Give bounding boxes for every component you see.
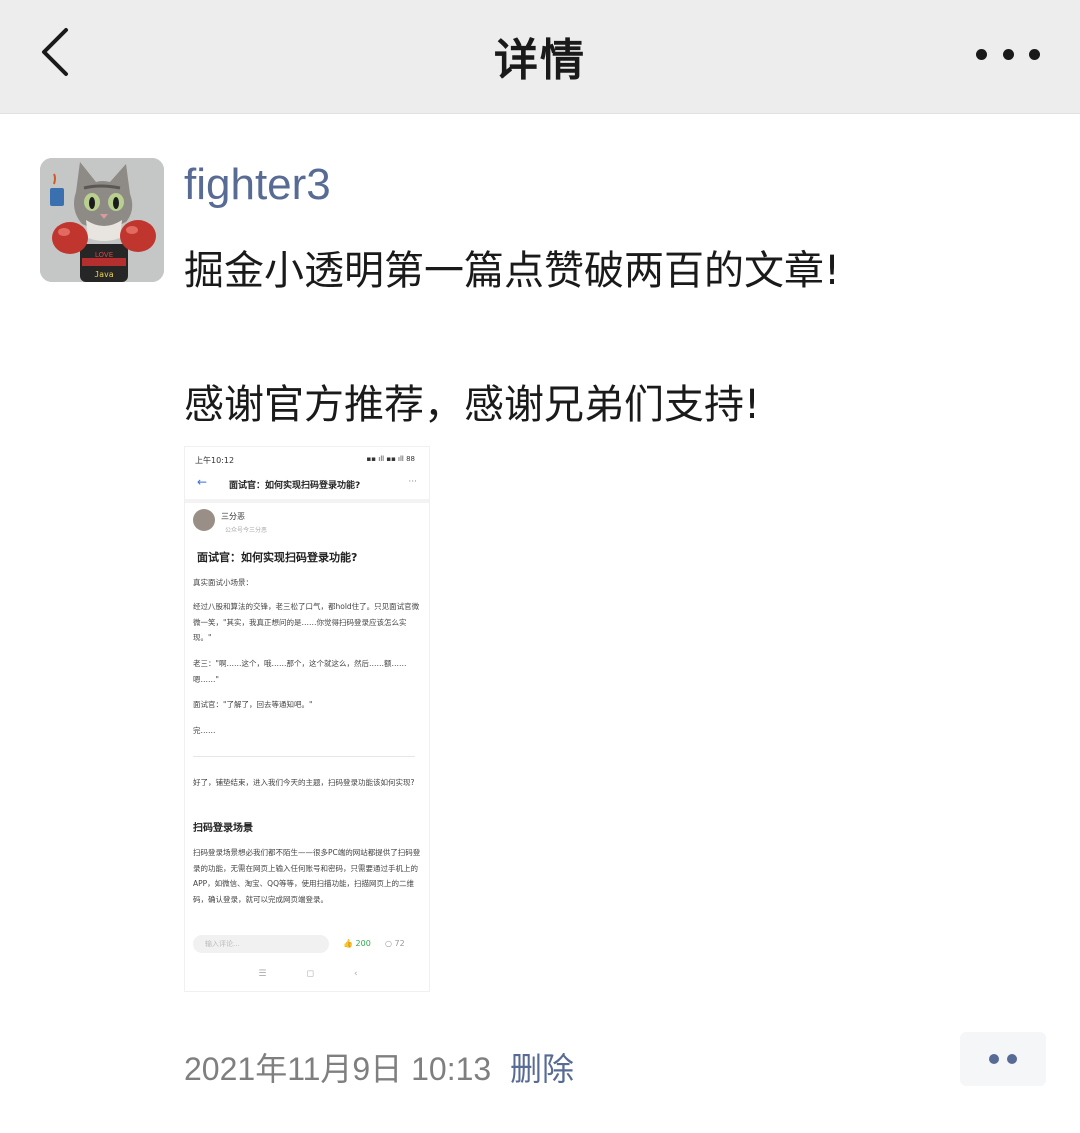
comment-icon: ○ <box>385 939 392 948</box>
divider <box>185 499 429 503</box>
attach-paragraph: 完…… <box>193 726 216 735</box>
attach-status-icons: ▪▪ ıll ▪▪ ıll 88 <box>366 455 415 463</box>
dots-icon <box>1007 1054 1017 1064</box>
divider <box>193 756 415 757</box>
thumbs-up-icon: 👍 <box>343 939 353 948</box>
avatar[interactable]: LOVE Java <box>40 158 164 282</box>
page-title: 详情 <box>494 35 586 86</box>
username-link[interactable]: fighter3 <box>184 160 331 210</box>
attach-comment-count: 72 <box>394 939 405 948</box>
post-text-line: 掘金小透明第一篇点赞破两百的文章! <box>184 248 841 294</box>
more-dot <box>1029 48 1040 60</box>
attach-article-title: 面试官：如何实现扫码登录功能? <box>197 551 358 564</box>
attach-subhead: 扫码登录场景 <box>193 823 253 834</box>
attach-like-count: 200 <box>355 939 371 948</box>
attach-author-avatar <box>193 509 215 531</box>
post-content: 掘金小透明第一篇点赞破两百的文章! 感谢官方推荐，感谢兄弟们支持! <box>184 238 1044 439</box>
attach-like: 👍 200 <box>343 939 371 948</box>
more-button[interactable] <box>976 34 1040 74</box>
attach-author: 三分恶 <box>221 512 245 521</box>
menu-icon: ☰ <box>258 969 267 979</box>
attach-navbar: ☰ ◻ ‹ <box>185 969 429 979</box>
more-horizontal-icon: ··· <box>408 477 417 487</box>
more-dot <box>1002 48 1014 60</box>
attach-paragraph: 面试官："了解了，回去等通知吧。" <box>193 700 313 709</box>
post-image[interactable]: 上午10:12 ▪▪ ıll ▪▪ ıll 88 ← 面试官：如何实现扫码登录功… <box>184 446 430 992</box>
attach-comment: ○ 72 <box>385 939 405 948</box>
attach-comment-box: 输入评论... <box>193 935 329 953</box>
attach-page-title: 面试官：如何实现扫码登录功能? <box>229 481 361 491</box>
attach-author-sub: 公众号今三分恶 <box>225 527 268 534</box>
nav-header: 详情 <box>0 0 1080 114</box>
delete-button[interactable]: 删除 <box>510 1044 574 1090</box>
home-icon: ◻ <box>306 969 314 979</box>
arrow-left-icon: ← <box>197 475 208 489</box>
attach-topbar: ← 面试官：如何实现扫码登录功能? ··· <box>193 475 423 495</box>
avatar-java-text: Java <box>94 270 113 279</box>
attach-status-time: 上午10:12 <box>195 456 235 465</box>
attach-paragraph: 扫码登录场景想必我们都不陌生——很多PC端的网站都提供了扫码登录的功能，无需在网… <box>193 848 421 904</box>
more-horizontal-icon <box>976 48 987 60</box>
post-text-line: 感谢官方推荐，感谢兄弟们支持! <box>184 382 761 428</box>
post-timestamp: 2021年11月9日 10:13 <box>184 1051 492 1087</box>
attach-paragraph: 老三："啊……这个，哦……那个，这个就这么，然后……额……嗯……" <box>193 659 407 684</box>
attach-paragraph: 经过八股和算法的交锋，老三松了口气，都hold住了。只见面试官微微一笑，"其实，… <box>193 602 420 642</box>
comment-like-button[interactable] <box>960 1032 1046 1086</box>
avatar-love-text: LOVE <box>95 251 113 259</box>
back-icon: ‹ <box>353 969 358 979</box>
attach-paragraph: 真实面试小场景： <box>193 578 253 587</box>
cat-avatar-image: LOVE Java <box>40 158 164 282</box>
attach-paragraph: 好了，铺垫结束，进入我们今天的主题，扫码登录功能该如何实现? <box>193 778 415 787</box>
dots-icon <box>989 1054 999 1064</box>
